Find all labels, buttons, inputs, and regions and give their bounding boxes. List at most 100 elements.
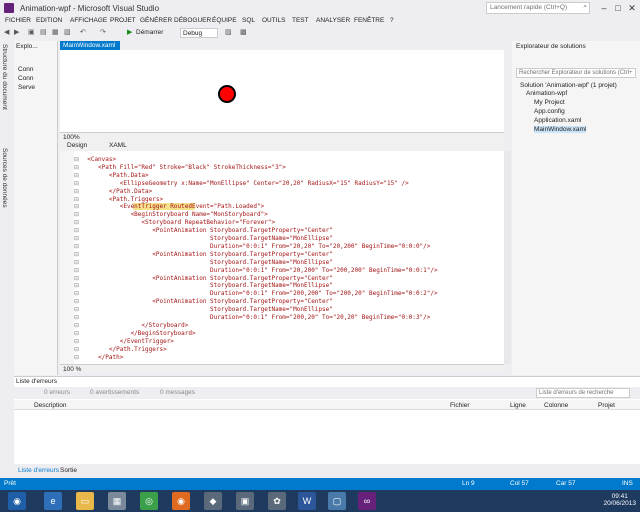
col-colonne[interactable]: Colonne <box>544 402 568 409</box>
system-clock[interactable]: 09:41 20/06/2013 <box>603 493 636 507</box>
tree-item[interactable]: Conn <box>18 75 58 82</box>
fold-marker[interactable]: ⊟ <box>74 219 79 226</box>
fold-marker[interactable]: ⊟ <box>74 314 79 321</box>
fold-marker[interactable]: ⊟ <box>74 164 79 171</box>
col-description[interactable]: Description <box>34 402 67 409</box>
toolbar-icon[interactable]: ▨ <box>225 28 232 36</box>
fold-marker[interactable]: ⊟ <box>74 172 79 179</box>
tree-item-project[interactable]: Animation-wpf <box>526 90 567 97</box>
fold-marker[interactable]: ⊟ <box>74 275 79 282</box>
config-select[interactable]: Debug <box>180 28 218 38</box>
fold-marker[interactable]: ⊟ <box>74 330 79 337</box>
fold-marker[interactable]: ⊟ <box>74 282 79 289</box>
toolbar-icon[interactable]: ▩ <box>240 28 247 36</box>
fold-marker[interactable]: ⊟ <box>74 188 79 195</box>
fold-marker[interactable]: ⊟ <box>74 156 79 163</box>
tree-item-appconfig[interactable]: App.config <box>534 108 565 115</box>
error-search-input[interactable]: Liste d'erreurs de recherche <box>536 388 630 398</box>
menu-edition[interactable]: EDITION <box>36 17 62 24</box>
fold-marker[interactable]: ⊟ <box>74 243 79 250</box>
menu-affichage[interactable]: AFFICHAGE <box>70 17 107 24</box>
undo-icon[interactable]: ↶ <box>80 28 86 36</box>
new-project-icon[interactable]: ▣ <box>28 28 35 36</box>
fold-marker[interactable]: ⊟ <box>74 235 79 242</box>
menu-analyser[interactable]: ANALYSER <box>316 17 350 24</box>
fold-marker[interactable]: ⊟ <box>74 227 79 234</box>
fold-marker[interactable]: ⊟ <box>74 306 79 313</box>
editor-scrollbar[interactable] <box>504 151 511 364</box>
col-fichier[interactable]: Fichier <box>450 402 470 409</box>
redo-icon[interactable]: ↷ <box>100 28 106 36</box>
file-explorer-icon[interactable]: ▭ <box>76 492 94 510</box>
visual-studio-taskbar-icon[interactable]: ∞ <box>358 492 376 510</box>
fold-marker[interactable]: ⊟ <box>74 322 79 329</box>
save-icon[interactable]: ▦ <box>52 28 59 36</box>
menu-help[interactable]: ? <box>390 17 394 24</box>
fold-marker[interactable]: ⊟ <box>74 338 79 345</box>
menu-projet[interactable]: PROJET <box>110 17 136 24</box>
app-icon[interactable]: ◆ <box>204 492 222 510</box>
app-icon[interactable]: ▦ <box>108 492 126 510</box>
wpf-designer-surface[interactable] <box>60 50 504 132</box>
tab-design[interactable]: Design <box>64 142 90 149</box>
chrome-icon[interactable]: ◎ <box>140 492 158 510</box>
minimize-button[interactable]: – <box>598 2 610 14</box>
menu-generer[interactable]: GÉNÉRER <box>140 17 172 24</box>
menu-test[interactable]: TEST <box>292 17 309 24</box>
tab-error-list[interactable]: Liste d'erreurs <box>18 467 59 474</box>
fold-marker[interactable]: ⊟ <box>74 290 79 297</box>
tree-item-mainwindow-xaml[interactable]: MainWindow.xaml <box>534 126 587 133</box>
start-icon[interactable]: ◉ <box>8 492 26 510</box>
tab-structure-document[interactable]: Structure du document <box>1 44 8 110</box>
close-button[interactable]: ✕ <box>626 2 638 14</box>
start-button[interactable]: Démarrer <box>136 29 163 36</box>
word-icon[interactable]: W <box>298 492 316 510</box>
forward-icon[interactable]: ▶ <box>14 28 19 36</box>
app-icon[interactable]: ▣ <box>236 492 254 510</box>
menu-deboguer[interactable]: DÉBOGUER <box>174 17 211 24</box>
fold-marker[interactable]: ⊟ <box>74 251 79 258</box>
firefox-icon[interactable]: ◉ <box>172 492 190 510</box>
menu-sql[interactable]: SQL <box>242 17 255 24</box>
fold-marker[interactable]: ⊟ <box>74 267 79 274</box>
tree-item[interactable]: Conn <box>18 66 58 73</box>
fold-marker[interactable]: ⊟ <box>74 211 79 218</box>
fold-marker[interactable]: ⊟ <box>74 196 79 203</box>
start-icon[interactable]: ▶ <box>127 28 132 36</box>
menu-equipe[interactable]: ÉQUIPE <box>212 17 237 24</box>
solution-search-input[interactable]: Rechercher Explorateur de solutions (Ctr… <box>516 68 636 78</box>
menu-outils[interactable]: OUTILS <box>262 17 285 24</box>
quick-launch-input[interactable]: Lancement rapide (Ctrl+Q) ⌕ <box>486 2 590 14</box>
tab-output[interactable]: Sortie <box>60 467 77 474</box>
col-projet[interactable]: Projet <box>598 402 615 409</box>
tree-item-application-xaml[interactable]: Application.xaml <box>534 117 581 124</box>
messages-filter[interactable]: 0 messages <box>160 389 195 396</box>
editor-zoom[interactable]: 100 % <box>63 366 81 373</box>
tree-item-myproject[interactable]: My Project <box>534 99 565 106</box>
fold-marker[interactable]: ⊟ <box>74 203 79 210</box>
back-icon[interactable]: ◀ <box>4 28 9 36</box>
menu-fichier[interactable]: FICHIER <box>5 17 31 24</box>
tree-item[interactable]: Serve <box>18 84 58 91</box>
red-ellipse-preview[interactable] <box>218 85 236 103</box>
designer-zoom[interactable]: 100% <box>63 134 80 141</box>
open-icon[interactable]: ▤ <box>40 28 47 36</box>
col-ligne[interactable]: Ligne <box>510 402 526 409</box>
tab-mainwindow-xaml[interactable]: MainWindow.xaml <box>60 41 120 50</box>
tree-item-solution[interactable]: Solution 'Animation-wpf' (1 projet) <box>520 82 617 89</box>
tab-xaml[interactable]: XAML <box>106 142 130 149</box>
app-icon[interactable]: ▢ <box>328 492 346 510</box>
errors-filter[interactable]: 0 erreurs <box>44 389 70 396</box>
fold-marker[interactable]: ⊟ <box>74 180 79 187</box>
fold-marker[interactable]: ⊟ <box>74 346 79 353</box>
menu-fenetre[interactable]: FENÊTRE <box>354 17 384 24</box>
fold-marker[interactable]: ⊟ <box>74 259 79 266</box>
fold-marker[interactable]: ⊟ <box>74 298 79 305</box>
warnings-filter[interactable]: 0 avertissements <box>90 389 139 396</box>
maximize-button[interactable]: □ <box>612 2 624 14</box>
save-all-icon[interactable]: ▧ <box>64 28 71 36</box>
internet-explorer-icon[interactable]: e <box>44 492 62 510</box>
app-icon[interactable]: ✿ <box>268 492 286 510</box>
tab-sources-donnees[interactable]: Sources de données <box>1 148 8 208</box>
fold-marker[interactable]: ⊟ <box>74 354 79 361</box>
